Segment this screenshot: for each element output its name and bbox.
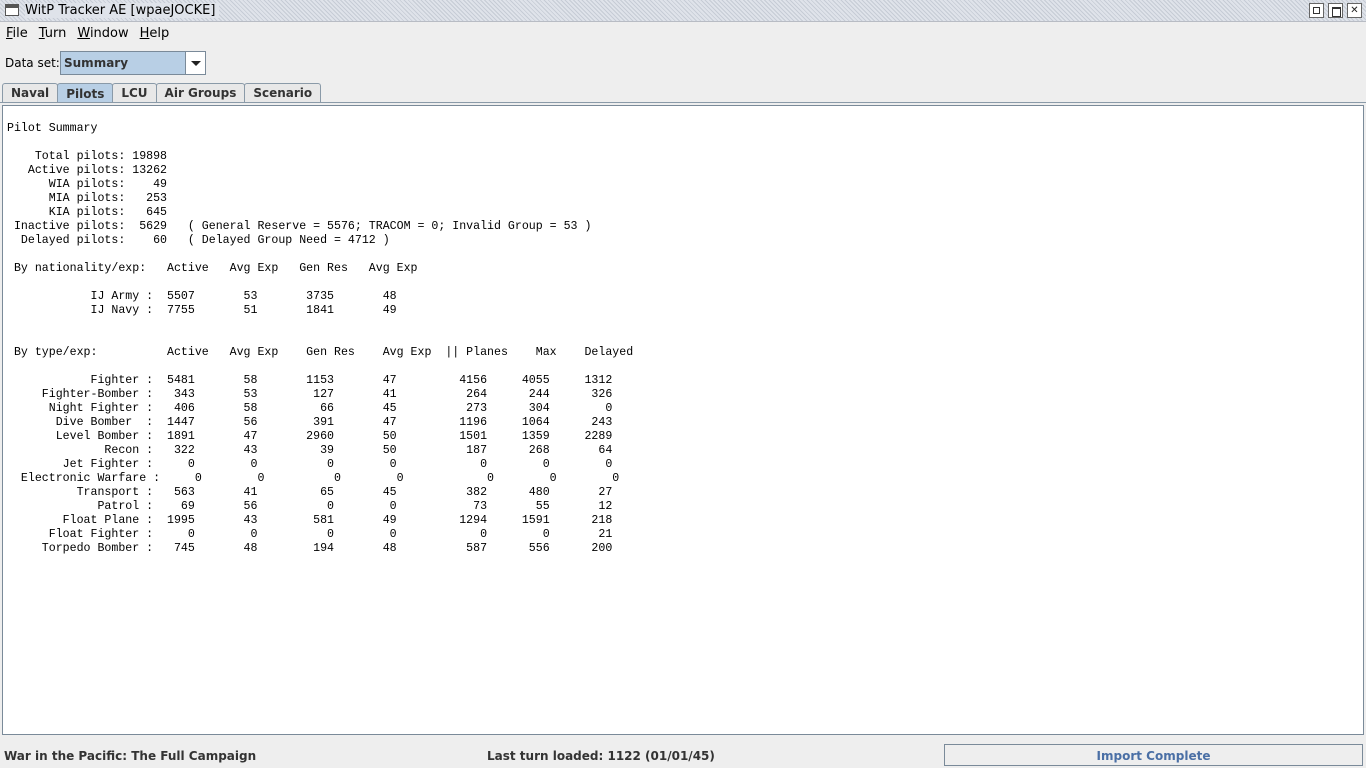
dataset-label: Data set: — [5, 56, 60, 70]
report-nationality-row: IJ Navy : 7755 51 1841 49 — [7, 304, 397, 317]
report-totals-line: Active pilots: 13262 — [7, 164, 168, 177]
report-totals-line: MIA pilots: 253 — [7, 192, 168, 205]
dataset-select[interactable]: Summary — [60, 51, 206, 75]
pilot-summary-report: Pilot Summary Total pilots: 19898 Active… — [7, 122, 633, 556]
report-type-row: Night Fighter : 406 58 66 45 273 304 0 — [7, 402, 613, 415]
report-nationality-row: IJ Army : 5507 53 3735 48 — [7, 290, 397, 303]
report-report-title: Pilot Summary — [7, 122, 98, 135]
report-totals-line: KIA pilots: 645 — [7, 206, 168, 219]
menu-window[interactable]: Window — [73, 26, 132, 41]
menu-help-label: elp — [149, 25, 170, 41]
menu-turn-label: urn — [44, 25, 67, 41]
menu-file[interactable]: File — [2, 26, 32, 41]
import-progress-bar: Import Complete — [944, 744, 1363, 766]
last-turn-loaded: Last turn loaded: 1122 (01/01/45) — [487, 749, 715, 763]
minimize-icon[interactable] — [1309, 3, 1324, 18]
report-nationality-header: By nationality/exp: Active Avg Exp Gen R… — [7, 262, 418, 275]
window-controls — [1309, 3, 1362, 18]
maximize-icon[interactable] — [1328, 3, 1343, 18]
report-blank-line — [7, 276, 633, 290]
close-icon[interactable] — [1347, 3, 1362, 18]
tab-pilots[interactable]: Pilots — [57, 83, 114, 103]
status-bar: War in the Pacific: The Full Campaign La… — [0, 740, 1366, 768]
menu-help-mnemonic: H — [139, 25, 150, 41]
report-tabs: Naval Pilots LCU Air Groups Scenario — [2, 83, 322, 103]
menu-file-label: ile — [12, 25, 28, 41]
report-panel[interactable]: Pilot Summary Total pilots: 19898 Active… — [2, 105, 1364, 735]
report-type-row: Float Fighter : 0 0 0 0 0 0 21 — [7, 528, 613, 541]
report-type-row: Torpedo Bomber : 745 48 194 48 587 556 2… — [7, 542, 613, 555]
report-totals-line: WIA pilots: 49 — [7, 178, 168, 191]
app-window-icon — [5, 4, 19, 16]
report-type-row: Dive Bomber : 1447 56 391 47 1196 1064 2… — [7, 416, 613, 429]
tab-divider — [0, 102, 1366, 103]
report-type-row: Electronic Warfare : 0 0 0 0 0 0 0 — [7, 472, 620, 485]
menu-window-label: indow — [89, 25, 129, 41]
report-type-header: By type/exp: Active Avg Exp Gen Res Avg … — [7, 346, 634, 359]
report-blank-line — [7, 136, 633, 150]
report-blank-line — [7, 332, 633, 346]
report-totals-line: Delayed pilots: 60 ( Delayed Group Need … — [7, 234, 390, 247]
menu-help[interactable]: Help — [136, 26, 174, 41]
report-type-row: Fighter-Bomber : 343 53 127 41 264 244 3… — [7, 388, 613, 401]
report-totals-line: Total pilots: 19898 — [7, 150, 168, 163]
report-type-row: Float Plane : 1995 43 581 49 1294 1591 2… — [7, 514, 613, 527]
tab-naval[interactable]: Naval — [2, 83, 59, 102]
report-type-row: Fighter : 5481 58 1153 47 4156 4055 1312 — [7, 374, 613, 387]
menu-turn[interactable]: Turn — [35, 26, 71, 41]
report-type-row: Transport : 563 41 65 45 382 480 27 — [7, 486, 613, 499]
chevron-down-icon[interactable] — [185, 52, 205, 74]
report-type-row: Recon : 322 43 39 50 187 268 64 — [7, 444, 613, 457]
report-totals-line: Inactive pilots: 5629 ( General Reserve … — [7, 220, 592, 233]
report-type-row: Patrol : 69 56 0 0 73 55 12 — [7, 500, 613, 513]
report-blank-line — [7, 248, 633, 262]
window-title: WitP Tracker AE [wpaeJOCKE] — [25, 3, 220, 18]
report-type-row: Level Bomber : 1891 47 2960 50 1501 1359… — [7, 430, 613, 443]
tab-scenario[interactable]: Scenario — [244, 83, 322, 102]
tab-lcu[interactable]: LCU — [112, 83, 157, 102]
menu-bar: File Turn Window Help — [0, 22, 1366, 44]
tab-air-groups[interactable]: Air Groups — [155, 83, 246, 102]
dataset-selected-value: Summary — [64, 56, 129, 70]
import-status: Import Complete — [1096, 749, 1211, 763]
campaign-name: War in the Pacific: The Full Campaign — [4, 749, 257, 763]
menu-window-mnemonic: W — [77, 25, 90, 41]
title-bar: WitP Tracker AE [wpaeJOCKE] — [0, 0, 1366, 22]
report-type-row: Jet Fighter : 0 0 0 0 0 0 0 — [7, 458, 613, 471]
report-blank-line — [7, 360, 633, 374]
report-blank-line — [7, 318, 633, 332]
